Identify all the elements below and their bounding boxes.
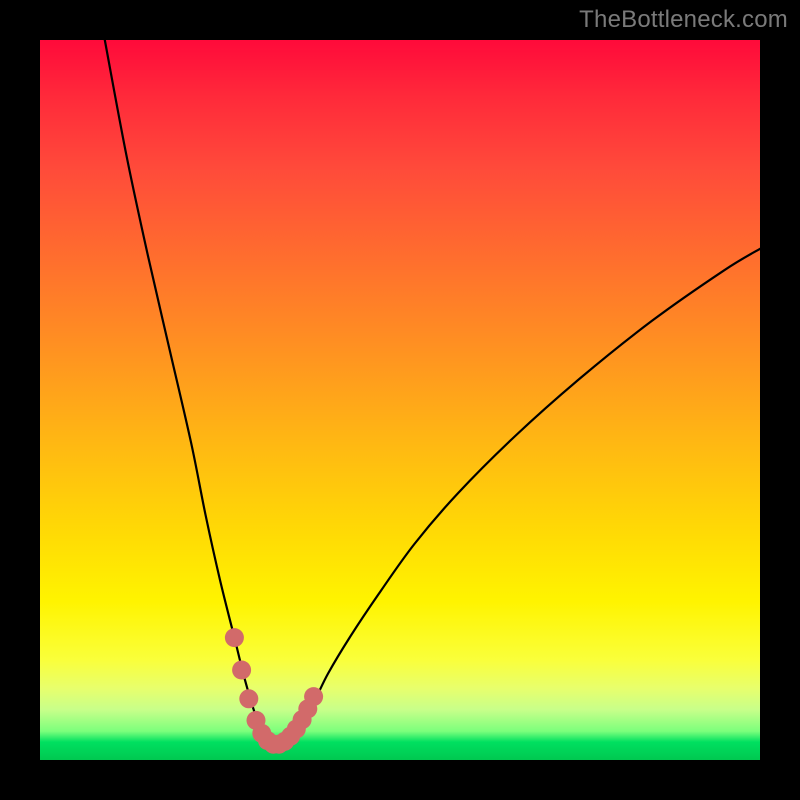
plot-area: [40, 40, 760, 760]
curve-svg: [40, 40, 760, 760]
valley-highlight-markers: [225, 628, 323, 754]
valley-marker: [232, 661, 251, 680]
valley-marker: [239, 689, 258, 708]
valley-marker: [304, 687, 323, 706]
chart-frame: TheBottleneck.com: [0, 0, 800, 800]
valley-marker: [225, 628, 244, 647]
watermark-text: TheBottleneck.com: [579, 6, 788, 34]
bottleneck-curve: [105, 40, 760, 746]
